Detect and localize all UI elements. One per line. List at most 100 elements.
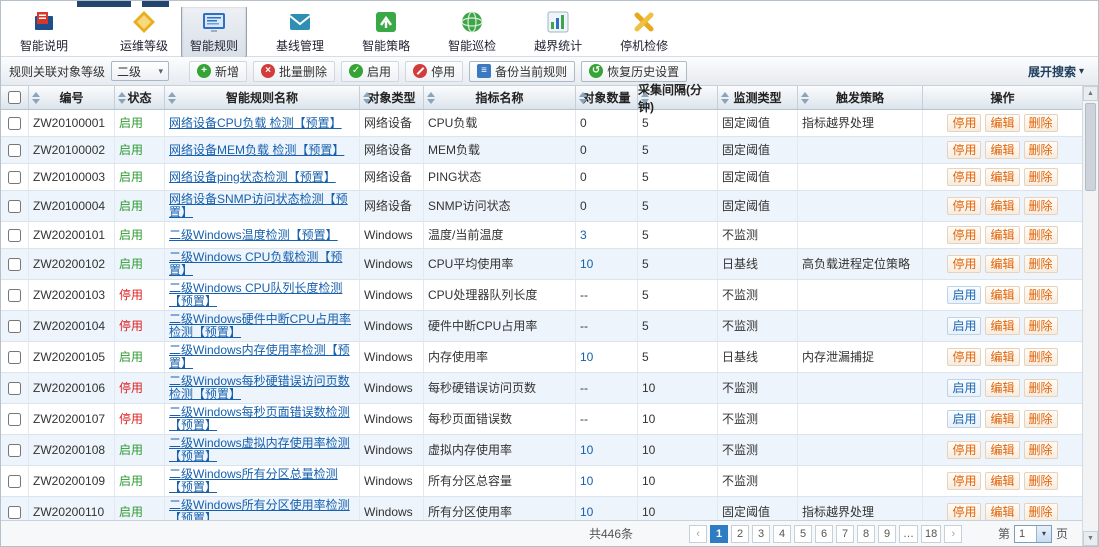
row-checkbox[interactable] — [8, 320, 21, 333]
rule-name-link[interactable]: 二级Windows每秒页面错误数检测【预置】 — [169, 406, 355, 432]
rule-name-link[interactable]: 二级Windows温度检测【预置】 — [169, 229, 338, 242]
row-action-edit-button[interactable]: 编辑 — [985, 410, 1019, 428]
column-header-rule-name[interactable]: 智能规则名称 — [165, 86, 360, 109]
sort-icon[interactable] — [427, 92, 436, 104]
row-action-delete-button[interactable]: 删除 — [1024, 168, 1058, 186]
page-number-button[interactable]: 1 — [710, 525, 728, 543]
page-number-button[interactable]: … — [899, 525, 918, 543]
row-action-delete-button[interactable]: 删除 — [1024, 379, 1058, 397]
nav-item-baseline-management[interactable]: 基线管理 — [267, 5, 333, 58]
row-checkbox[interactable] — [8, 258, 21, 271]
row-action-delete-button[interactable]: 删除 — [1024, 317, 1058, 335]
nav-item-smart-inspection[interactable]: 智能巡检 — [439, 5, 505, 58]
row-action-delete-button[interactable]: 删除 — [1024, 255, 1058, 273]
page-number-button[interactable]: 2 — [731, 525, 749, 543]
nav-item-ops-level[interactable]: 运维等级 — [111, 5, 177, 58]
rule-name-link[interactable]: 二级Windows每秒硬错误访问页数检测【预置】 — [169, 375, 355, 401]
sort-icon[interactable] — [579, 92, 588, 104]
rule-name-link[interactable]: 网络设备CPU负载 检测【预置】 — [169, 117, 342, 130]
row-action-delete-button[interactable]: 删除 — [1024, 348, 1058, 366]
column-header-interval[interactable]: 采集间隔(分钟) — [638, 86, 718, 109]
nav-item-smart-description[interactable]: 智能说明 — [11, 5, 77, 58]
sort-icon[interactable] — [32, 92, 41, 104]
page-number-button[interactable]: 18 — [921, 525, 941, 543]
add-rule-button[interactable]: + 新增 — [189, 61, 247, 82]
rule-name-link[interactable]: 网络设备SNMP访问状态检测【预置】 — [169, 193, 355, 219]
row-checkbox[interactable] — [8, 382, 21, 395]
sort-icon[interactable] — [721, 92, 730, 104]
row-action-edit-button[interactable]: 编辑 — [985, 197, 1019, 215]
enable-rules-button[interactable]: ✓ 启用 — [341, 61, 399, 82]
row-action-edit-button[interactable]: 编辑 — [985, 472, 1019, 490]
row-action-edit-button[interactable]: 编辑 — [985, 226, 1019, 244]
page-number-button[interactable]: 4 — [773, 525, 791, 543]
row-checkbox[interactable] — [8, 171, 21, 184]
rule-name-link[interactable]: 二级Windows硬件中断CPU占用率检测【预置】 — [169, 313, 355, 339]
row-checkbox[interactable] — [8, 506, 21, 519]
expand-search-toggle[interactable]: 展开搜索 ▾ — [1028, 63, 1084, 80]
column-header-object-type[interactable]: 对象类型 — [360, 86, 424, 109]
row-action-delete-button[interactable]: 删除 — [1024, 472, 1058, 490]
next-page-button[interactable]: › — [944, 525, 962, 543]
restore-history-button[interactable]: ↺ 恢复历史设置 — [581, 61, 687, 82]
column-header-indicator[interactable]: 指标名称 — [424, 86, 576, 109]
column-header-monitor-type[interactable]: 监测类型 — [718, 86, 798, 109]
row-action-disable-button[interactable]: 停用 — [947, 503, 981, 520]
page-number-button[interactable]: 3 — [752, 525, 770, 543]
vertical-scrollbar[interactable]: ▲ ▼ — [1082, 86, 1098, 546]
rule-name-link[interactable]: 二级Windows CPU队列长度检测【预置】 — [169, 282, 355, 308]
prev-page-button[interactable]: ‹ — [689, 525, 707, 543]
row-action-edit-button[interactable]: 编辑 — [985, 141, 1019, 159]
row-action-disable-button[interactable]: 停用 — [947, 168, 981, 186]
rule-name-link[interactable]: 网络设备MEM负载 检测【预置】 — [169, 144, 344, 157]
row-action-delete-button[interactable]: 删除 — [1024, 286, 1058, 304]
page-number-button[interactable]: 5 — [794, 525, 812, 543]
row-action-edit-button[interactable]: 编辑 — [985, 286, 1019, 304]
row-action-edit-button[interactable]: 编辑 — [985, 503, 1019, 520]
page-number-button[interactable]: 9 — [878, 525, 896, 543]
select-all-checkbox[interactable] — [8, 91, 21, 104]
row-action-delete-button[interactable]: 删除 — [1024, 226, 1058, 244]
column-header-trigger[interactable]: 触发策略 — [798, 86, 923, 109]
row-action-edit-button[interactable]: 编辑 — [985, 317, 1019, 335]
page-number-button[interactable]: 6 — [815, 525, 833, 543]
row-action-disable-button[interactable]: 停用 — [947, 197, 981, 215]
column-header-id[interactable]: 编号 — [29, 86, 115, 109]
row-action-delete-button[interactable]: 删除 — [1024, 503, 1058, 520]
row-action-disable-button[interactable]: 停用 — [947, 255, 981, 273]
page-select[interactable]: 1 ▾ — [1014, 525, 1052, 543]
row-action-edit-button[interactable]: 编辑 — [985, 379, 1019, 397]
scrollbar-thumb[interactable] — [1085, 103, 1096, 191]
rule-name-link[interactable]: 二级Windows虚拟内存使用率检测【预置】 — [169, 437, 355, 463]
page-number-button[interactable]: 7 — [836, 525, 854, 543]
row-action-edit-button[interactable]: 编辑 — [985, 255, 1019, 273]
row-checkbox[interactable] — [8, 475, 21, 488]
row-checkbox[interactable] — [8, 229, 21, 242]
row-action-enable-button[interactable]: 启用 — [947, 379, 981, 397]
nav-item-smart-strategy[interactable]: 智能策略 — [353, 5, 419, 58]
column-header-status[interactable]: 状态 — [115, 86, 165, 109]
backup-rules-button[interactable]: ≡ 备份当前规则 — [469, 61, 575, 82]
batch-delete-button[interactable]: × 批量删除 — [253, 61, 335, 82]
sort-icon[interactable] — [118, 92, 127, 104]
row-checkbox[interactable] — [8, 117, 21, 130]
row-action-delete-button[interactable]: 删除 — [1024, 410, 1058, 428]
sort-icon[interactable] — [363, 92, 372, 104]
scroll-down-arrow-icon[interactable]: ▼ — [1083, 531, 1098, 546]
row-action-edit-button[interactable]: 编辑 — [985, 441, 1019, 459]
row-checkbox[interactable] — [8, 200, 21, 213]
disable-rules-button[interactable]: 停用 — [405, 61, 463, 82]
sort-icon[interactable] — [641, 92, 650, 104]
rule-name-link[interactable]: 网络设备ping状态检测【预置】 — [169, 171, 336, 184]
nav-item-shutdown-maintenance[interactable]: 停机检修 — [611, 5, 677, 58]
row-action-disable-button[interactable]: 停用 — [947, 441, 981, 459]
scroll-up-arrow-icon[interactable]: ▲ — [1083, 86, 1098, 101]
row-checkbox[interactable] — [8, 144, 21, 157]
rule-name-link[interactable]: 二级Windows内存使用率检测【预置】 — [169, 344, 355, 370]
row-action-disable-button[interactable]: 停用 — [947, 226, 981, 244]
row-action-edit-button[interactable]: 编辑 — [985, 168, 1019, 186]
rule-name-link[interactable]: 二级Windows所有分区总量检测【预置】 — [169, 468, 355, 494]
nav-item-boundary-statistics[interactable]: 越界统计 — [525, 5, 591, 58]
row-checkbox[interactable] — [8, 351, 21, 364]
object-level-select[interactable]: 二级 ▾ — [111, 61, 169, 81]
